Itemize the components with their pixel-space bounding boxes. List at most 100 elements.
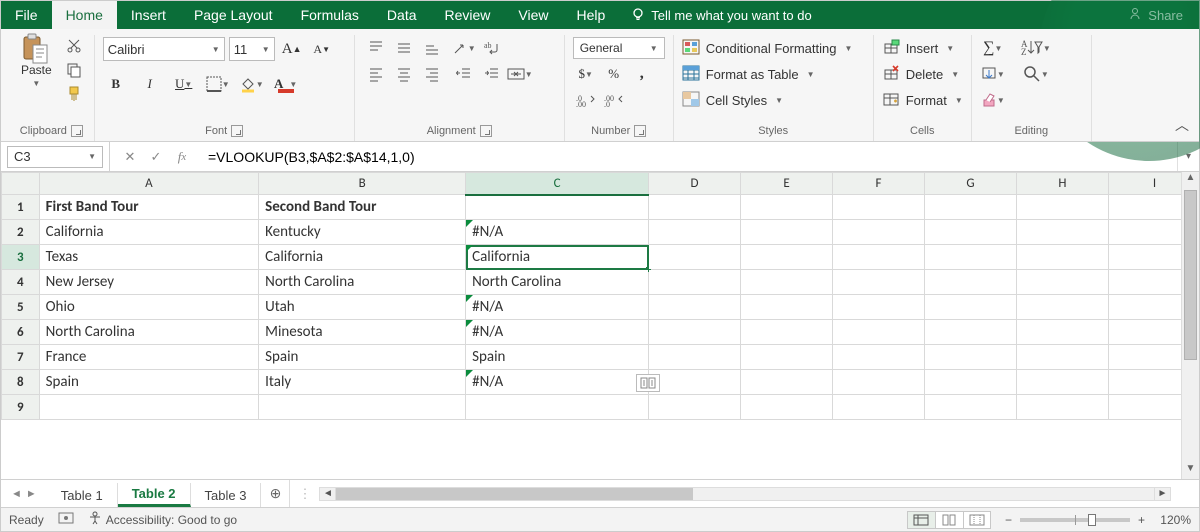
autosum-button[interactable]: ∑ ▼	[980, 37, 1006, 59]
cell-B3[interactable]: California	[259, 245, 466, 270]
cell-D3[interactable]	[649, 245, 741, 270]
format-painter-button[interactable]	[62, 85, 86, 105]
zoom-slider-handle[interactable]	[1088, 514, 1096, 526]
cell-B9[interactable]	[259, 395, 466, 420]
expand-formula-bar-button[interactable]: ▾	[1177, 142, 1199, 171]
cell-E3[interactable]	[741, 245, 833, 270]
vertical-scrollbar[interactable]: ▲ ▼	[1181, 172, 1199, 479]
cell-G2[interactable]	[924, 220, 1016, 245]
new-sheet-button[interactable]: ⊕	[261, 480, 289, 507]
menu-home[interactable]: Home	[52, 1, 117, 29]
comma-format-button[interactable]: ,	[629, 63, 655, 85]
cancel-formula-button[interactable]: ✕	[118, 147, 142, 167]
cell-A1[interactable]: First Band Tour	[39, 195, 259, 220]
cell-D5[interactable]	[649, 295, 741, 320]
clear-button[interactable]: ▼	[980, 89, 1006, 111]
fill-color-button[interactable]: ▼	[239, 73, 265, 95]
accessibility-status[interactable]: Accessibility: Good to go	[88, 511, 237, 528]
macro-recorder-icon[interactable]	[58, 511, 74, 528]
menu-help[interactable]: Help	[563, 1, 620, 29]
menu-formulas[interactable]: Formulas	[287, 1, 373, 29]
cell-F8[interactable]	[833, 370, 925, 395]
cell-C4[interactable]: North Carolina	[466, 270, 649, 295]
cell-F3[interactable]	[833, 245, 925, 270]
cell-E5[interactable]	[741, 295, 833, 320]
cell-E6[interactable]	[741, 320, 833, 345]
cell-C3[interactable]: California	[466, 245, 649, 270]
cell-A6[interactable]: North Carolina	[39, 320, 259, 345]
dialog-launcher-icon[interactable]	[634, 125, 646, 137]
cell-C9[interactable]	[466, 395, 649, 420]
page-break-view-button[interactable]	[963, 511, 991, 529]
column-header-G[interactable]: G	[924, 173, 1016, 195]
column-header-E[interactable]: E	[741, 173, 833, 195]
cell-F9[interactable]	[833, 395, 925, 420]
cell-A9[interactable]	[39, 395, 259, 420]
format-as-table-button[interactable]: Format as Table▼	[682, 63, 815, 85]
cell-G9[interactable]	[924, 395, 1016, 420]
cell-D6[interactable]	[649, 320, 741, 345]
cell-A2[interactable]: California	[39, 220, 259, 245]
align-middle-button[interactable]	[391, 37, 417, 59]
zoom-level[interactable]: 120%	[1153, 513, 1191, 527]
cell-B6[interactable]: Minesota	[259, 320, 466, 345]
decrease-indent-button[interactable]	[451, 63, 477, 85]
menu-file[interactable]: File	[1, 1, 52, 29]
cell-A4[interactable]: New Jersey	[39, 270, 259, 295]
menu-data[interactable]: Data	[373, 1, 431, 29]
align-left-button[interactable]	[363, 63, 389, 85]
cell-C6[interactable]: #N/A	[466, 320, 649, 345]
borders-button[interactable]: ▼	[205, 73, 231, 95]
column-header-D[interactable]: D	[649, 173, 741, 195]
sheet-tab-table-3[interactable]: Table 3	[191, 483, 262, 507]
cell-E7[interactable]	[741, 345, 833, 370]
cell-D2[interactable]	[649, 220, 741, 245]
cell-D7[interactable]	[649, 345, 741, 370]
sort-filter-button[interactable]: AZ▼	[1018, 37, 1054, 59]
cell-C5[interactable]: #N/A	[466, 295, 649, 320]
cell-D1[interactable]	[649, 195, 741, 220]
bold-button[interactable]: B	[103, 73, 129, 95]
cell-H9[interactable]	[1016, 395, 1108, 420]
page-layout-view-button[interactable]	[935, 511, 963, 529]
scroll-right-button[interactable]: ►	[1154, 488, 1170, 500]
number-format-combo[interactable]: General▼	[573, 37, 665, 59]
menu-view[interactable]: View	[504, 1, 562, 29]
increase-font-button[interactable]: A▲	[279, 38, 305, 60]
row-header-1[interactable]: 1	[2, 195, 40, 220]
menu-review[interactable]: Review	[431, 1, 505, 29]
align-bottom-button[interactable]	[419, 37, 445, 59]
tab-next-button[interactable]: ►	[26, 488, 37, 500]
sheet-tab-table-2[interactable]: Table 2	[118, 483, 191, 507]
cell-G1[interactable]	[924, 195, 1016, 220]
underline-button[interactable]: U ▼	[171, 73, 197, 95]
cell-C1[interactable]	[466, 195, 649, 220]
increase-indent-button[interactable]	[479, 63, 505, 85]
dialog-launcher-icon[interactable]	[71, 125, 83, 137]
cell-F1[interactable]	[833, 195, 925, 220]
enter-formula-button[interactable]: ✓	[144, 147, 168, 167]
column-header-F[interactable]: F	[833, 173, 925, 195]
cell-C8[interactable]: #N/A	[466, 370, 649, 395]
percent-format-button[interactable]: %	[601, 63, 627, 85]
row-header-4[interactable]: 4	[2, 270, 40, 295]
font-color-button[interactable]: A▼	[273, 73, 299, 95]
cell-styles-button[interactable]: Cell Styles▼	[682, 89, 783, 111]
align-center-button[interactable]	[391, 63, 417, 85]
cell-E9[interactable]	[741, 395, 833, 420]
row-header-7[interactable]: 7	[2, 345, 40, 370]
paste-button[interactable]: Paste ▼	[17, 37, 56, 90]
scroll-down-button[interactable]: ▼	[1182, 463, 1199, 479]
cell-G5[interactable]	[924, 295, 1016, 320]
menu-page-layout[interactable]: Page Layout	[180, 1, 287, 29]
cell-A7[interactable]: France	[39, 345, 259, 370]
cell-H1[interactable]	[1016, 195, 1108, 220]
cell-H6[interactable]	[1016, 320, 1108, 345]
scroll-up-button[interactable]: ▲	[1182, 172, 1199, 188]
cell-H7[interactable]	[1016, 345, 1108, 370]
collapse-ribbon-button[interactable]: ︿	[1175, 115, 1189, 135]
tab-split-grip[interactable]: ⋮	[290, 486, 319, 502]
cell-H5[interactable]	[1016, 295, 1108, 320]
row-header-2[interactable]: 2	[2, 220, 40, 245]
insert-cells-button[interactable]: Insert▼	[882, 37, 954, 59]
